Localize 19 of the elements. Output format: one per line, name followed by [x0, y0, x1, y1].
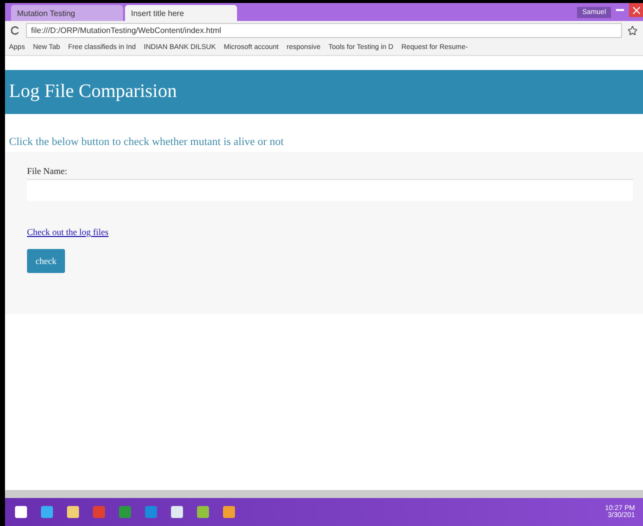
app-icon[interactable]	[195, 504, 211, 520]
instruction-text: Click the below button to check whether mutant is alive or not	[9, 136, 285, 148]
browser-tab[interactable]: Insert title here	[125, 5, 237, 21]
app-icon[interactable]	[39, 504, 55, 520]
scrollbar[interactable]	[5, 490, 643, 498]
reload-icon[interactable]	[11, 26, 20, 34]
star-icon[interactable]	[628, 26, 637, 34]
app-icon[interactable]	[221, 504, 237, 520]
app-icon[interactable]	[65, 504, 81, 520]
check-button[interactable]: check	[27, 249, 65, 273]
log-files-link[interactable]: Check out the log files	[27, 227, 108, 237]
file-name-field[interactable]	[27, 179, 633, 201]
browser-tab[interactable]: Mutation Testing	[11, 5, 123, 21]
app-icon[interactable]	[169, 504, 185, 520]
page-title: Log File Comparision	[9, 81, 177, 103]
address-field[interactable]: file:///D:/ORP/MutationTesting/WebContent/index.html	[26, 22, 622, 38]
app-icon[interactable]	[13, 504, 29, 520]
field-label: File Name:	[27, 166, 68, 176]
close-icon[interactable]	[629, 3, 643, 17]
